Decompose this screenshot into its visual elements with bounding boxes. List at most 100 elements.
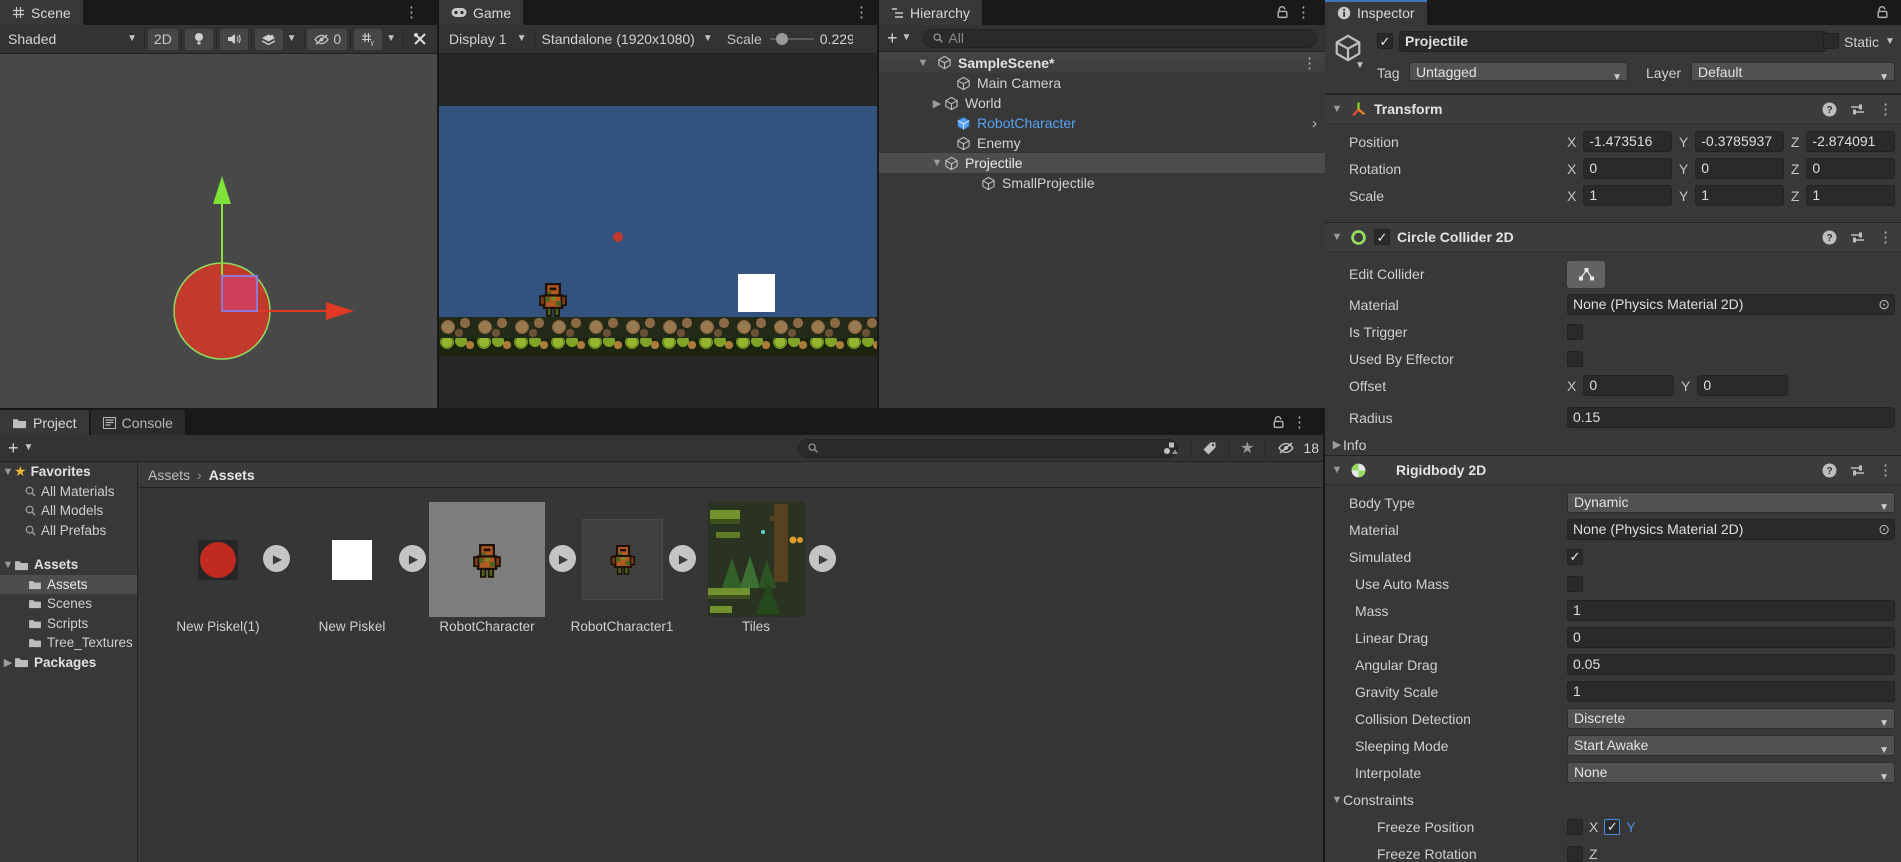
asset-label[interactable]: Tiles (742, 619, 770, 634)
folder-assets[interactable]: Assets (0, 575, 137, 595)
is-trigger-checkbox[interactable] (1567, 324, 1583, 340)
expand-arrow[interactable]: ▶ (931, 97, 943, 110)
static-dropdown[interactable]: ▼ (1885, 37, 1895, 47)
mass-field[interactable]: 1 (1567, 600, 1895, 621)
collision-detection-dropdown[interactable]: Discrete▼ (1567, 708, 1895, 729)
position-y-field[interactable]: -0.3785937 (1695, 131, 1784, 152)
used-by-effector-checkbox[interactable] (1567, 351, 1583, 367)
gravity-scale-field[interactable]: 1 (1567, 681, 1895, 702)
presets-icon[interactable] (1850, 464, 1865, 477)
play-preview-button[interactable]: ▶ (809, 545, 836, 572)
component-enabled-checkbox[interactable]: ✓ (1374, 229, 1390, 245)
circle-collider-header[interactable]: ▼ ✓ Circle Collider 2D ? ⋮ (1325, 222, 1901, 252)
rotation-x-field[interactable]: 0 (1583, 158, 1672, 179)
position-x-field[interactable]: -1.473516 (1583, 131, 1672, 152)
hierarchy-item-enemy[interactable]: Enemy (879, 133, 1325, 153)
scale-slider-knob[interactable] (776, 33, 788, 45)
scene-visibility-button[interactable]: 0 (307, 29, 347, 50)
asset-new-piskel-1[interactable] (198, 502, 238, 617)
asset-grid[interactable]: New Piskel(1) ▶ New Piskel ▶ RobotCharac… (138, 488, 1323, 862)
hierarchy-item-main-camera[interactable]: Main Camera (879, 73, 1325, 93)
static-checkbox[interactable] (1823, 33, 1839, 49)
tab-console[interactable]: Console (91, 410, 185, 435)
expand-arrow[interactable]: ▶ (1331, 438, 1343, 451)
foldout-arrow[interactable]: ▼ (917, 57, 929, 69)
component-kebab[interactable]: ⋮ (1878, 461, 1893, 479)
favorite-all-materials[interactable]: All Materials (0, 482, 137, 502)
display-dropdown[interactable]: Display 1 ▼ (445, 31, 531, 47)
scale-z-field[interactable]: 1 (1806, 185, 1895, 206)
favorite-all-prefabs[interactable]: All Prefabs (0, 521, 137, 541)
gameobject-icon-dropdown[interactable]: ▼ (1355, 61, 1365, 71)
lock-icon[interactable] (1876, 5, 1889, 19)
interpolate-dropdown[interactable]: None▼ (1567, 762, 1895, 783)
play-preview-button[interactable]: ▶ (669, 545, 696, 572)
game-menu-kebab[interactable]: ⋮ (854, 3, 869, 21)
rotation-z-field[interactable]: 0 (1806, 158, 1895, 179)
object-picker-icon[interactable]: ⊙ (1878, 295, 1890, 314)
create-asset-dropdown[interactable]: ▼ (24, 443, 34, 453)
move-gizmo[interactable] (100, 154, 360, 404)
hierarchy-item-projectile[interactable]: ▼ Projectile (879, 153, 1325, 173)
name-field[interactable]: Projectile (1399, 31, 1827, 52)
scene-row-kebab[interactable]: ⋮ (1302, 54, 1317, 72)
search-by-type-icon[interactable] (1162, 441, 1179, 456)
scale-y-field[interactable]: 1 (1695, 185, 1784, 206)
linear-drag-field[interactable]: 0 (1567, 627, 1895, 648)
edit-collider-button[interactable] (1567, 261, 1605, 288)
asset-label[interactable]: RobotCharacter1 (571, 619, 674, 634)
foldout-arrow[interactable]: ▼ (1331, 231, 1343, 243)
foldout-arrow[interactable]: ▼ (2, 466, 14, 478)
folder-scripts[interactable]: Scripts (0, 614, 137, 634)
folder-scenes[interactable]: Scenes (0, 594, 137, 614)
grid-dropdown[interactable]: ▼ (382, 29, 400, 50)
component-kebab[interactable]: ⋮ (1878, 100, 1893, 118)
use-auto-mass-checkbox[interactable] (1567, 576, 1583, 592)
hierarchy-item-smallprojectile[interactable]: SmallProjectile (879, 173, 1325, 193)
presets-icon[interactable] (1850, 231, 1865, 244)
tab-game[interactable]: Game (439, 0, 523, 25)
project-search-input[interactable] (798, 439, 1178, 458)
asset-thumbnail[interactable] (198, 540, 238, 580)
freeze-position-y-checkbox[interactable]: ✓ (1604, 819, 1620, 835)
scene-grid-button[interactable]: y (354, 29, 382, 50)
scene-menu-kebab[interactable]: ⋮ (404, 3, 419, 21)
constraints-foldout[interactable]: ▼ Constraints (1325, 786, 1901, 813)
scene-effects-button[interactable] (255, 29, 283, 50)
help-icon[interactable]: ? (1822, 463, 1837, 478)
position-z-field[interactable]: -2.874091 (1806, 131, 1895, 152)
help-icon[interactable]: ? (1822, 102, 1837, 117)
play-preview-button[interactable]: ▶ (399, 545, 426, 572)
lock-icon[interactable] (1272, 415, 1285, 429)
create-object-button[interactable]: + (887, 29, 898, 47)
hierarchy-search-input[interactable]: All (923, 29, 1317, 48)
tab-scene[interactable]: Scene (0, 0, 83, 25)
assets-root[interactable]: ▼ Assets (0, 555, 137, 575)
scene-header-row[interactable]: ▼ SampleScene* ⋮ (879, 52, 1325, 73)
rigidbody-header[interactable]: ▼ Rigidbody 2D ? ⋮ (1325, 455, 1901, 485)
body-type-dropdown[interactable]: Dynamic▼ (1567, 492, 1895, 513)
object-picker-icon[interactable]: ⊙ (1878, 520, 1890, 539)
asset-label[interactable]: RobotCharacter (439, 619, 534, 634)
prefab-open-chevron[interactable]: › (1312, 115, 1317, 132)
rotation-y-field[interactable]: 0 (1695, 158, 1784, 179)
presets-icon[interactable] (1850, 103, 1865, 116)
material-object-field[interactable]: None (Physics Material 2D)⊙ (1567, 519, 1895, 540)
tab-project[interactable]: Project (0, 410, 89, 435)
packages-root[interactable]: ▶ Packages (0, 653, 137, 673)
foldout-arrow[interactable]: ▼ (1331, 103, 1343, 115)
breadcrumb-current[interactable]: Assets (209, 467, 255, 483)
layer-dropdown[interactable]: Default▼ (1691, 62, 1895, 81)
scene-tools-button[interactable] (407, 29, 433, 50)
hierarchy-item-world[interactable]: ▶ World (879, 93, 1325, 113)
breadcrumb-root[interactable]: Assets (148, 467, 190, 483)
asset-robotcharacter[interactable] (429, 502, 545, 617)
play-preview-button[interactable]: ▶ (263, 545, 290, 572)
tab-inspector[interactable]: Inspector (1325, 0, 1427, 25)
aspect-dropdown[interactable]: Standalone (1920x1080) ▼ (538, 31, 717, 47)
project-menu-kebab[interactable]: ⋮ (1292, 413, 1307, 431)
eye-off-icon[interactable] (1277, 441, 1295, 455)
offset-x-field[interactable]: 0 (1583, 375, 1674, 396)
scale-x-field[interactable]: 1 (1583, 185, 1672, 206)
component-kebab[interactable]: ⋮ (1878, 228, 1893, 246)
